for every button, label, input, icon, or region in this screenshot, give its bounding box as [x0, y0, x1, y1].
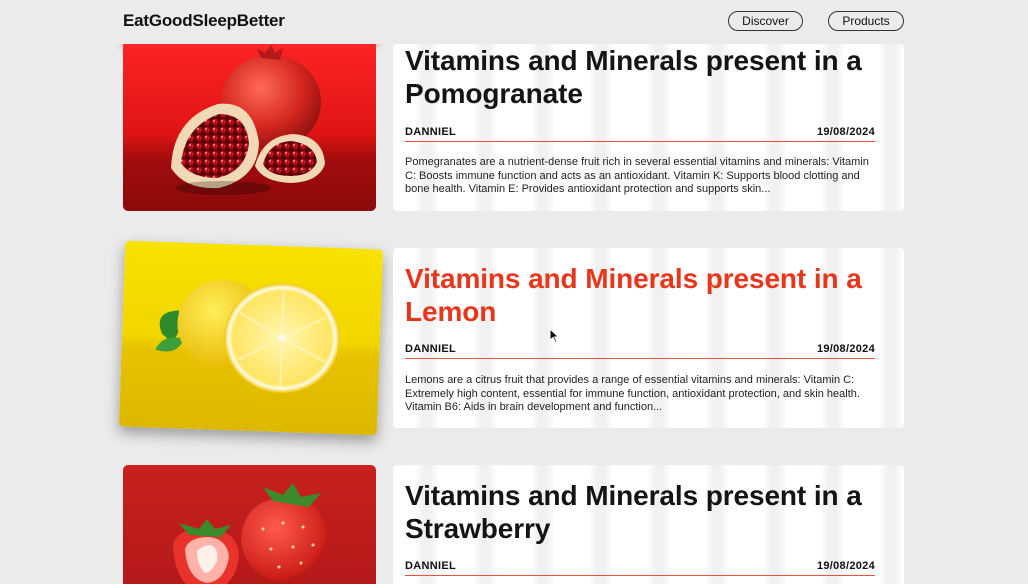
post-date: 19/08/2024: [816, 343, 875, 355]
pomegranate-image[interactable]: [123, 38, 376, 211]
lemon-icon: [118, 240, 384, 436]
post-author: DANNIEL: [405, 126, 456, 138]
pomegranate-icon: [123, 38, 376, 211]
nav-products-button[interactable]: Products: [828, 11, 904, 31]
post-meta: DANNIEL 19/08/2024: [405, 126, 875, 142]
mouse-cursor-icon: [549, 328, 560, 344]
post-title[interactable]: Vitamins and Minerals present in a Pomog…: [405, 44, 885, 110]
post-meta: DANNIEL 19/08/2024: [405, 343, 875, 359]
post-meta: DANNIEL 19/08/2024: [405, 560, 875, 576]
post-card-lemon[interactable]: Vitamins and Minerals present in a Lemon…: [118, 240, 904, 436]
site-header: EatGoodSleepBetter Discover Products: [0, 0, 1028, 44]
post-excerpt: Lemons are a citrus fruit that provides …: [405, 374, 860, 413]
post-author: DANNIEL: [405, 560, 456, 572]
post-date: 19/08/2024: [816, 126, 875, 138]
strawberry-icon: [123, 465, 376, 584]
lemon-image[interactable]: [118, 240, 384, 436]
post-title[interactable]: Vitamins and Minerals present in a Straw…: [405, 479, 885, 545]
post-author: DANNIEL: [405, 343, 456, 355]
post-excerpt: Pomegranates are a nutrient-dense fruit …: [405, 156, 869, 195]
post-card-strawberry[interactable]: Vitamins and Minerals present in a Straw…: [123, 465, 904, 584]
nav-discover-button[interactable]: Discover: [728, 11, 803, 31]
post-date: 19/08/2024: [816, 560, 875, 572]
strawberry-image[interactable]: [123, 465, 376, 584]
post-card-pomegranate[interactable]: Vitamins and Minerals present in a Pomog…: [123, 38, 904, 211]
site-logo[interactable]: EatGoodSleepBetter: [123, 11, 285, 31]
post-title[interactable]: Vitamins and Minerals present in a Lemon: [405, 262, 885, 328]
